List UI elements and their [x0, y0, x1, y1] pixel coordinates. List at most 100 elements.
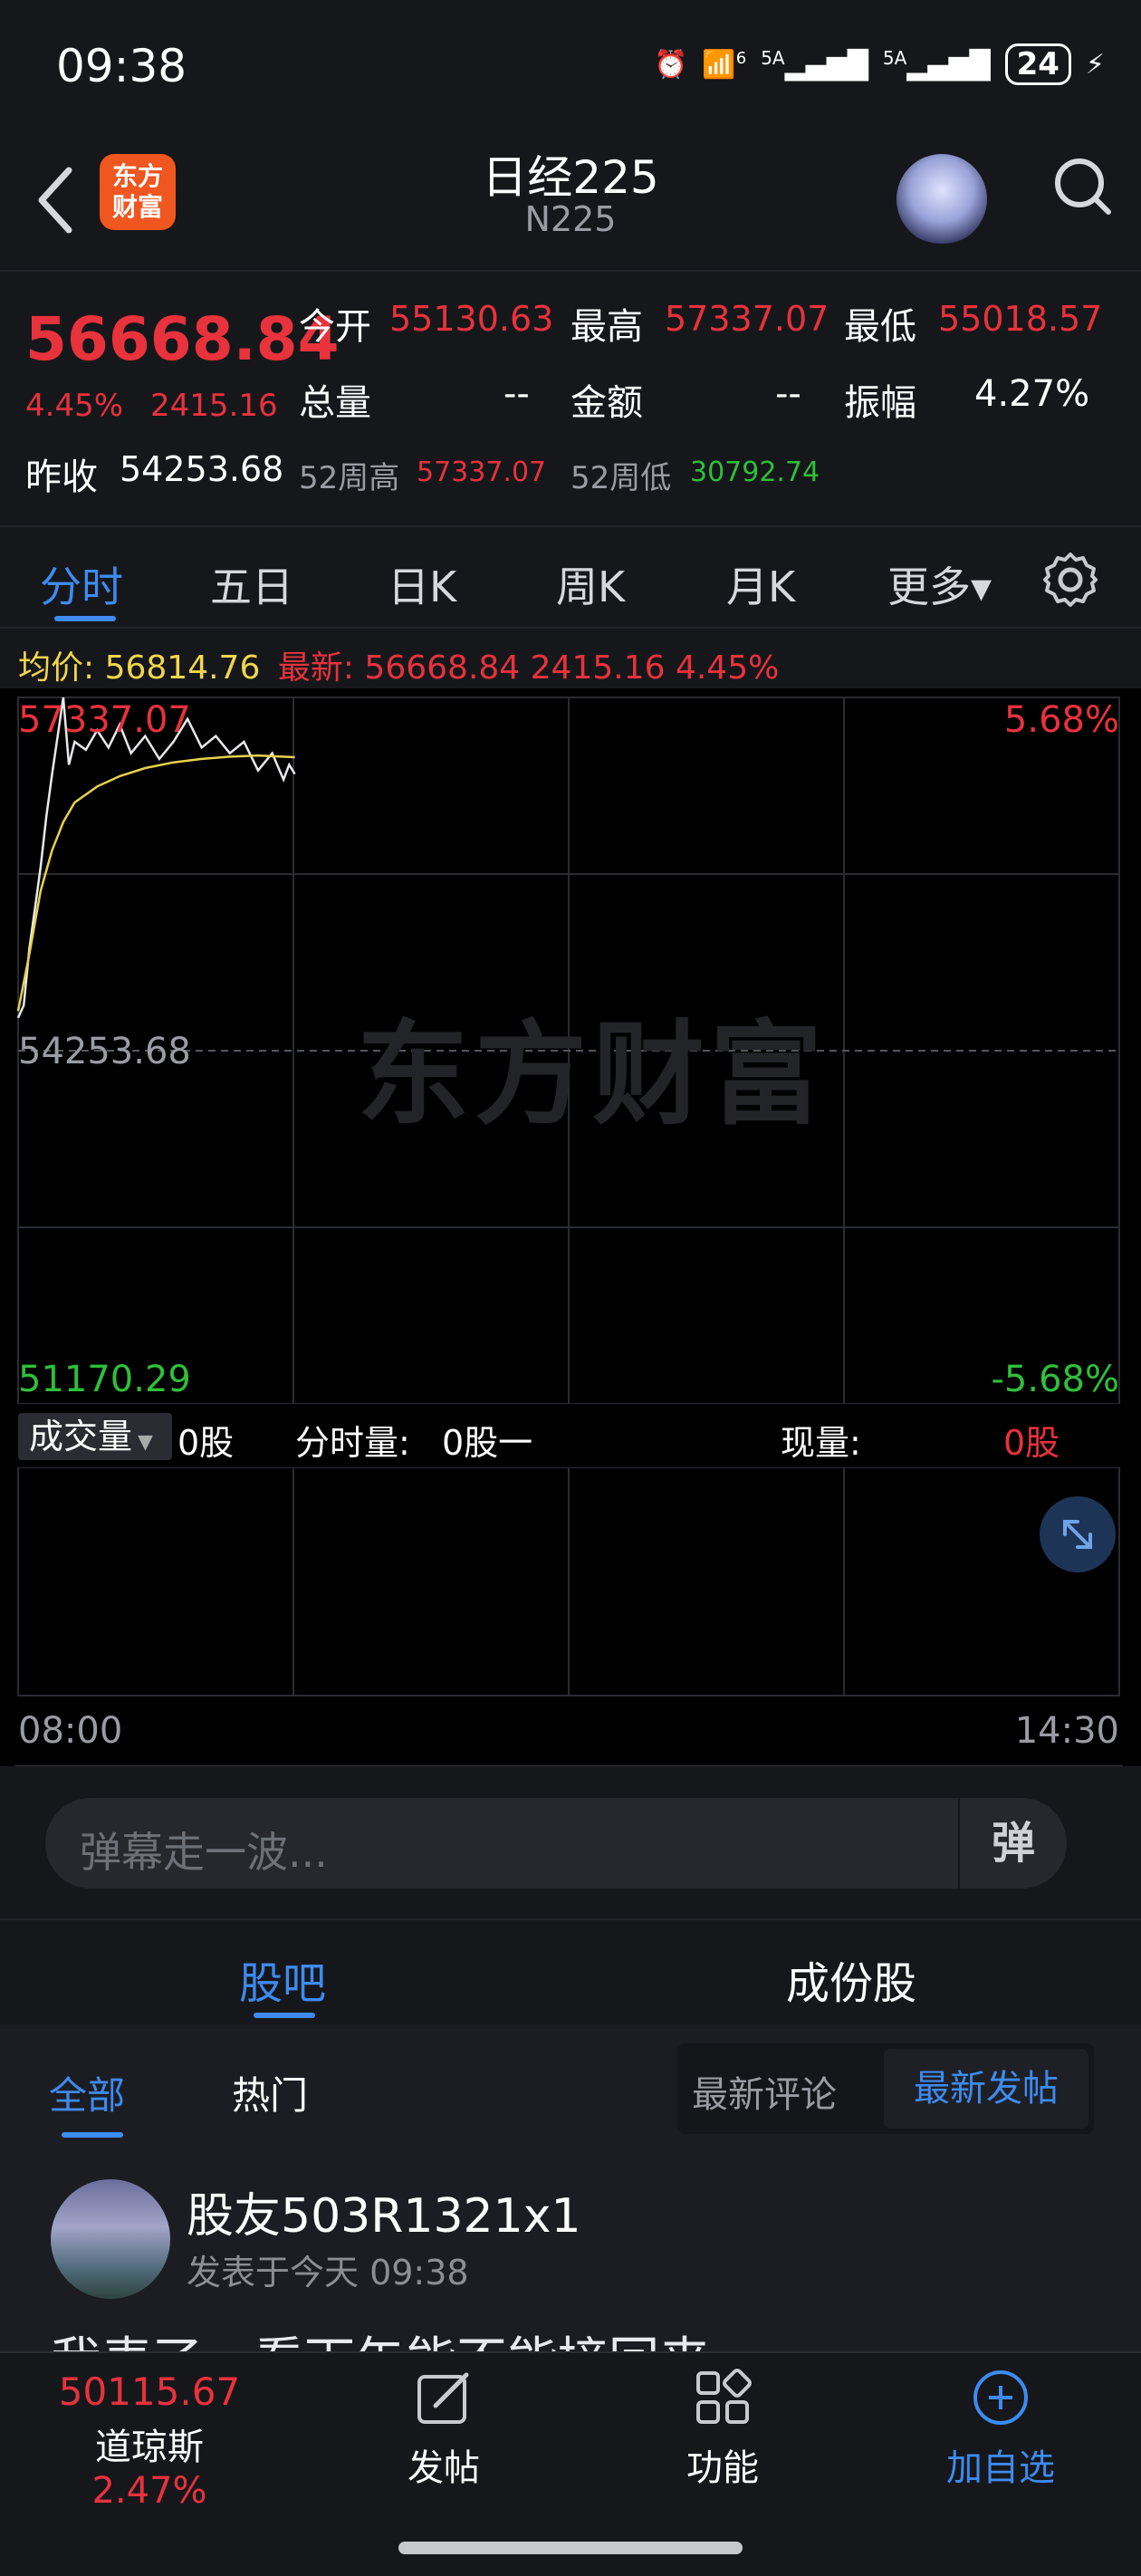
functions-label: 功能 — [686, 2447, 759, 2489]
settings-gear-icon[interactable] — [1041, 551, 1099, 609]
add-watchlist-button[interactable]: 加自选 — [933, 2366, 1069, 2491]
wk52-low-value: 30792.74 — [690, 457, 820, 488]
quote-panel: 56668.84 4.45% 2415.16 昨收 54253.68 今开 55… — [0, 270, 1141, 525]
functions-button[interactable]: 功能 — [659, 2366, 786, 2491]
post-time: 发表于今天 09:38 — [187, 2253, 469, 2292]
current-volume-value: 0股 — [1003, 1423, 1060, 1463]
danmu-placeholder: 弹幕走一波... — [80, 1828, 328, 1877]
sort-latest-comment[interactable]: 最新评论 — [692, 2065, 837, 2118]
forum-feed: 全部 热门 最新评论 最新发帖 股友503R1321x1 发表于今天 09:38… — [0, 2025, 1141, 2351]
status-icons: ⏰ 📶6 5A▂▄▆█ 5A▂▄▆█ 24 ⚡ — [654, 43, 1105, 85]
add-circle-icon — [973, 2370, 1028, 2425]
avg-label: 均价: — [18, 649, 95, 687]
x-axis-start-time: 08:00 — [18, 1710, 123, 1752]
tab-daily-k[interactable]: 日K — [388, 554, 456, 614]
x-axis-end-time: 14:30 — [1014, 1710, 1119, 1752]
amplitude-value: 4.27% — [974, 373, 1090, 415]
chart-legend: 均价: 56814.76 最新: 56668.84 2415.16 4.45% — [18, 641, 779, 688]
average-line — [16, 754, 295, 1012]
index-name: 道琼斯 — [95, 2427, 204, 2468]
sort-segment: 最新评论 最新发帖 — [677, 2043, 1094, 2134]
tab-five-day[interactable]: 五日 — [210, 554, 293, 614]
status-bar: 09:38 ⏰ 📶6 5A▂▄▆█ 5A▂▄▆█ 24 ⚡ — [0, 0, 1141, 136]
tab-forum[interactable]: 股吧 — [239, 1947, 326, 2011]
y-axis-mid-left: 54253.68 — [18, 1031, 191, 1072]
wk52-low-label: 52周低 — [570, 460, 672, 496]
open-value: 55130.63 — [389, 299, 554, 339]
filter-underline — [62, 2132, 123, 2138]
expand-icon — [1063, 1520, 1092, 1549]
section-tab-underline — [254, 2013, 315, 2018]
y-axis-bottom-left: 51170.29 — [18, 1359, 191, 1400]
index-value: 50115.67 — [58, 2369, 241, 2414]
post-username[interactable]: 股友503R1321x1 — [187, 2177, 581, 2245]
danmu-input[interactable]: 弹幕走一波... 弹 — [45, 1798, 1067, 1889]
volume-indicator-select[interactable]: 成交量 ▼ — [18, 1413, 172, 1460]
watermark-logo: 东方财富 — [357, 1010, 829, 1140]
post-button[interactable]: 发帖 — [380, 2366, 507, 2491]
post-label: 发帖 — [408, 2447, 480, 2489]
volume-chart[interactable]: 08:00 14:30 — [0, 1467, 1141, 1766]
expand-chart-button[interactable] — [1040, 1496, 1116, 1572]
wk52-high-label: 52周高 — [299, 460, 400, 496]
low-value: 55018.57 — [938, 299, 1103, 339]
battery-icon: 24 — [1004, 43, 1071, 85]
y-axis-top-left: 57337.07 — [18, 699, 191, 741]
filter-hot[interactable]: 热门 — [232, 2065, 308, 2120]
charging-icon: ⚡ — [1085, 48, 1105, 81]
search-icon[interactable] — [1050, 150, 1114, 223]
high-value: 57337.07 — [665, 299, 829, 339]
change-amt: 2415.16 — [150, 388, 278, 424]
status-time: 09:38 — [56, 40, 187, 92]
amount-label: 金额 — [570, 382, 643, 424]
open-label: 今开 — [299, 306, 371, 348]
volume-indicator-label: 成交量 — [29, 1417, 133, 1456]
latest-value: 56668.84 2415.16 4.45% — [364, 649, 780, 687]
danmu-toggle-button[interactable]: 弹 — [958, 1798, 1067, 1889]
avatar[interactable] — [51, 2179, 170, 2299]
volume-info-bar: 成交量 ▼ 0股 分时量: 0股一 现量: 0股 — [0, 1404, 1141, 1469]
signal-icon-2: 5A▂▄▆█ — [882, 47, 991, 82]
grid-icon — [696, 2369, 752, 2424]
add-watchlist-label: 加自选 — [946, 2447, 1055, 2489]
home-indicator[interactable] — [398, 2542, 743, 2554]
current-volume-label: 现量: — [781, 1423, 861, 1463]
robot-assistant-icon[interactable] — [896, 154, 987, 245]
minute-volume-value: 0股一 — [442, 1423, 533, 1463]
latest-label: 最新: — [277, 649, 354, 687]
tab-more[interactable]: 更多▾ — [887, 554, 992, 614]
low-label: 最低 — [844, 306, 916, 348]
wifi-icon: 📶6 — [702, 48, 747, 81]
post-text[interactable]: 我表了，看下午能不能接回来 — [51, 2321, 710, 2351]
prev-close-label: 昨收 — [25, 457, 98, 498]
price-line — [16, 697, 296, 1019]
tab-monthly-k[interactable]: 月K — [726, 554, 795, 614]
wk52-high-value: 57337.07 — [417, 457, 547, 488]
index-ticker[interactable]: 50115.67 道琼斯 2.47% — [36, 2369, 263, 2512]
prev-close-value: 54253.68 — [120, 449, 284, 489]
series-layer — [16, 697, 296, 1019]
amplitude-label: 振幅 — [844, 382, 916, 424]
avg-value: 56814.76 — [104, 649, 261, 687]
tab-intraday[interactable]: 分时 — [40, 554, 123, 614]
y-axis-bottom-right: -5.68% — [991, 1359, 1119, 1400]
volume-value: -- — [503, 373, 530, 415]
dropdown-arrow-icon: ▼ — [138, 1431, 153, 1454]
volume-label: 总量 — [299, 382, 371, 424]
tab-constituents[interactable]: 成份股 — [786, 1947, 916, 2011]
current-price: 56668.84 — [25, 304, 340, 374]
high-label: 最高 — [570, 306, 643, 348]
filter-all[interactable]: 全部 — [49, 2065, 125, 2120]
chart-period-tabs: 分时 五日 日K 周K 月K 更多▾ — [0, 525, 1141, 629]
signal-icon: 5A▂▄▆█ — [761, 47, 868, 82]
index-change: 2.47% — [91, 2470, 207, 2512]
header: 东方 财富 日经225 N225 — [0, 136, 1141, 270]
alarm-icon: ⏰ — [654, 48, 688, 81]
minute-volume-label: 分时量: — [295, 1423, 410, 1463]
sort-latest-post[interactable]: 最新发帖 — [884, 2049, 1088, 2129]
volume-chart-grid — [14, 1467, 1123, 1766]
edit-icon — [417, 2372, 469, 2424]
y-axis-top-right: 5.68% — [1003, 699, 1119, 741]
amount-value: -- — [775, 373, 801, 415]
tab-weekly-k[interactable]: 周K — [556, 554, 625, 614]
